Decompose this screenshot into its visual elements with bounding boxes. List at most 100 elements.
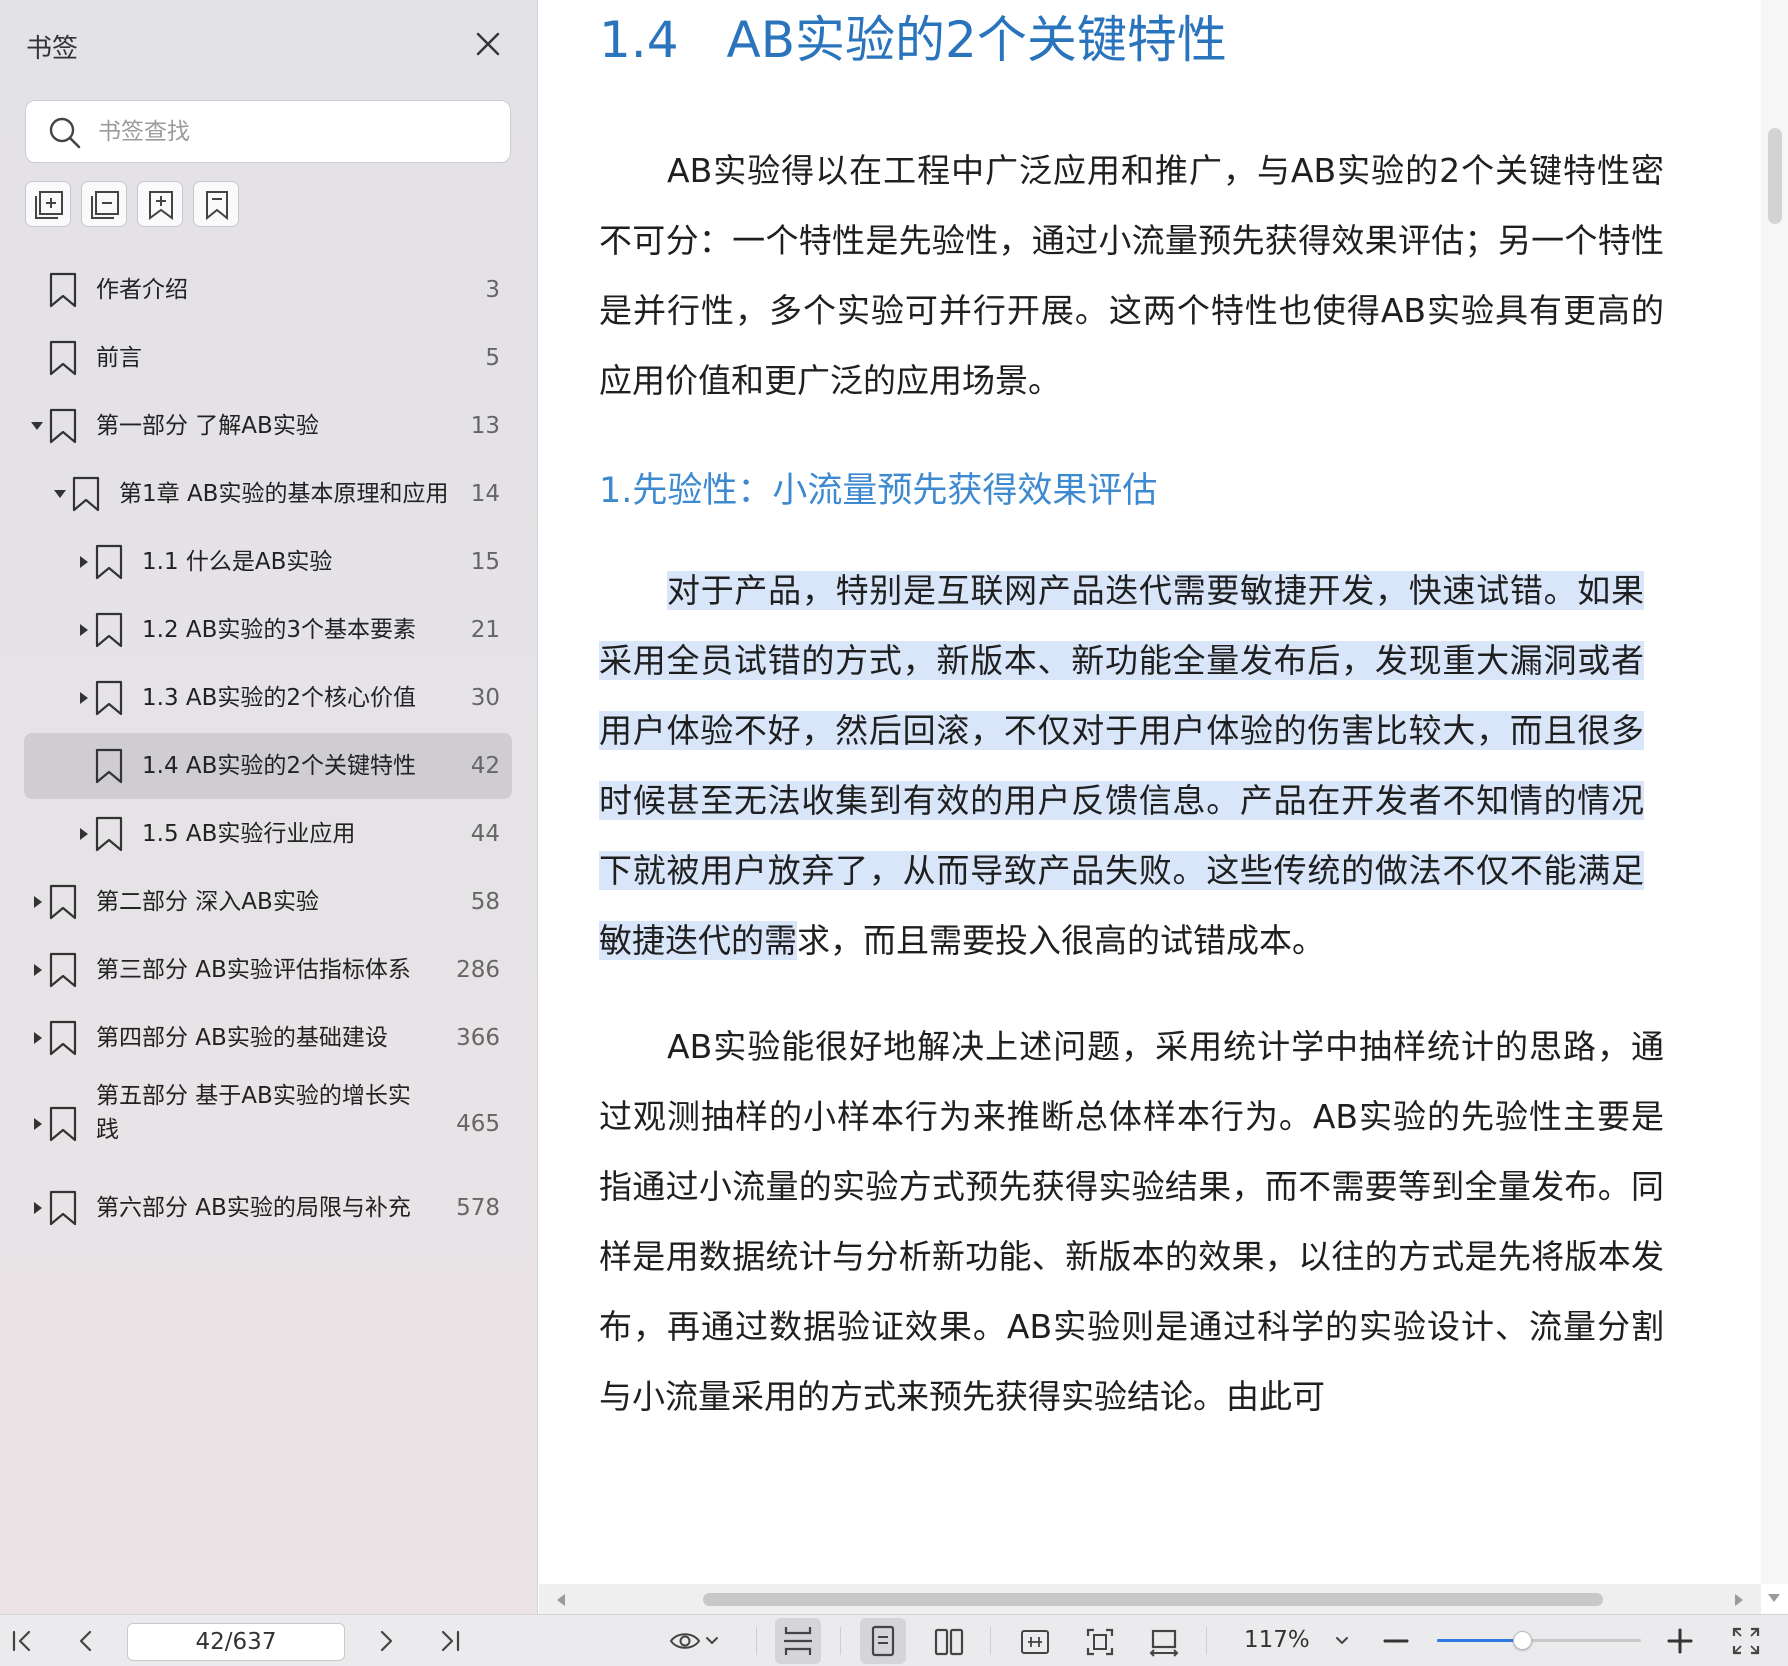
continuous-scroll-icon — [784, 1627, 812, 1655]
fullscreen-button[interactable] — [1726, 1621, 1766, 1661]
triangle-right-icon[interactable] — [74, 825, 92, 843]
bookmark-page-number: 286 — [456, 957, 500, 983]
bookmark-icon — [95, 748, 123, 784]
bookmark-label: 第六部分 AB实验的局限与补充 — [96, 1195, 411, 1221]
bookmark-label: 第五部分 基于AB实验的增长实践 — [96, 1083, 411, 1143]
bookmark-item[interactable]: 第六部分 AB实验的局限与补充 578 — [0, 1175, 538, 1241]
bookmark-icon — [95, 544, 123, 580]
zoom-slider[interactable] — [1437, 1631, 1641, 1650]
triangle-right-icon[interactable] — [28, 1115, 46, 1133]
triangle-right-icon[interactable] — [28, 1199, 46, 1217]
triangle-right-icon[interactable] — [74, 689, 92, 707]
bookmark-page-number: 14 — [470, 481, 500, 507]
bookmark-item[interactable]: 第四部分 AB实验的基础建设 366 — [0, 1005, 538, 1071]
bookmark-icon — [72, 476, 100, 512]
rotate-page-button[interactable] — [1143, 1621, 1183, 1661]
fit-page-button[interactable] — [1079, 1621, 1119, 1661]
bookmark-icon — [95, 612, 123, 648]
toolbar-separator — [1206, 1627, 1207, 1655]
bookmark-page-number: 21 — [470, 617, 500, 643]
zoom-slider-knob[interactable] — [1512, 1631, 1532, 1650]
fit-width-button[interactable] — [1014, 1621, 1054, 1661]
triangle-right-icon[interactable] — [74, 553, 92, 571]
bookmark-icon — [49, 952, 77, 988]
expand-all-icon — [35, 191, 63, 219]
triangle-right-icon[interactable] — [74, 621, 92, 639]
rotate-page-icon — [1149, 1629, 1179, 1657]
first-page-icon — [12, 1630, 31, 1652]
page-number-input[interactable] — [127, 1623, 345, 1661]
bookmark-item[interactable]: 第一部分 了解AB实验 13 — [0, 393, 538, 459]
close-icon[interactable] — [470, 26, 506, 62]
expand-all-button[interactable] — [25, 181, 71, 227]
bookmark-page-number: 465 — [456, 1111, 500, 1137]
last-page-icon — [441, 1630, 460, 1652]
bookmark-search-input[interactable] — [98, 111, 498, 153]
zoom-dropdown[interactable] — [1322, 1621, 1362, 1661]
bookmark-item[interactable]: 作者介绍 3 — [0, 257, 538, 323]
horizontal-scrollbar[interactable] — [539, 1584, 1761, 1614]
zoom-out-button[interactable] — [1376, 1621, 1416, 1661]
toolbar-separator — [990, 1627, 991, 1655]
zoom-in-button[interactable] — [1660, 1621, 1700, 1661]
bookmark-search-box — [25, 100, 511, 163]
add-bookmark-button[interactable] — [137, 181, 183, 227]
eye-icon — [669, 1633, 718, 1649]
chevron-right-icon — [380, 1630, 393, 1652]
bookmark-icon — [49, 340, 77, 376]
scroll-right-icon[interactable] — [1733, 1593, 1745, 1607]
bookmark-item[interactable]: 1.2 AB实验的3个基本要素 21 — [0, 597, 538, 663]
text-highlight[interactable]: 对于产品，特别是互联网产品迭代需要敏捷开发，快速试错。如果采用全员试错的方式，新… — [599, 571, 1644, 960]
previous-page-button[interactable] — [66, 1621, 106, 1661]
subsection-heading: 1.先验性：小流量预先获得效果评估 — [599, 471, 1158, 511]
bookmark-page-number: 44 — [470, 821, 500, 847]
triangle-right-icon[interactable] — [28, 1029, 46, 1047]
bookmark-item[interactable]: 1.4 AB实验的2个关键特性 42 — [0, 733, 538, 799]
vertical-scroll-thumb[interactable] — [1768, 128, 1782, 224]
scroll-down-icon[interactable] — [1767, 1592, 1781, 1604]
two-page-button[interactable] — [928, 1621, 968, 1661]
triangle-down-icon[interactable] — [51, 485, 69, 503]
view-mode-dropdown[interactable] — [664, 1621, 726, 1661]
minus-icon — [1383, 1639, 1409, 1643]
next-page-button[interactable] — [366, 1621, 406, 1661]
vertical-scrollbar[interactable] — [1761, 0, 1788, 1602]
bookmark-item[interactable]: 第五部分 基于AB实验的增长实践 465 — [0, 1073, 538, 1175]
triangle-down-icon[interactable] — [28, 417, 46, 435]
continuous-scroll-button[interactable] — [775, 1618, 821, 1664]
bookmark-page-button[interactable] — [193, 181, 239, 227]
zoom-level[interactable]: 117% — [1244, 1627, 1310, 1653]
last-page-button[interactable] — [430, 1621, 470, 1661]
bookmark-item[interactable]: 第三部分 AB实验评估指标体系 286 — [0, 937, 538, 1003]
toolbar-separator — [840, 1627, 841, 1655]
bookmark-label: 第二部分 深入AB实验 — [96, 889, 319, 915]
single-page-button[interactable] — [860, 1618, 906, 1664]
bookmark-label: 第1章 AB实验的基本原理和应用 — [119, 481, 449, 507]
bookmark-label: 第四部分 AB实验的基础建设 — [96, 1025, 388, 1051]
bookmark-page-number: 13 — [470, 413, 500, 439]
bookmark-page-number: 3 — [485, 277, 500, 303]
bookmark-item[interactable]: 第二部分 深入AB实验 58 — [0, 869, 538, 935]
bookmark-item[interactable]: 1.3 AB实验的2个核心价值 30 — [0, 665, 538, 731]
triangle-right-icon[interactable] — [28, 961, 46, 979]
first-page-button[interactable] — [2, 1621, 42, 1661]
bookmark-item[interactable]: 1.5 AB实验行业应用 44 — [0, 801, 538, 867]
chevron-left-icon — [79, 1630, 92, 1652]
bookmark-label: 第三部分 AB实验评估指标体系 — [96, 957, 411, 983]
horizontal-scroll-thumb[interactable] — [703, 1593, 1603, 1606]
bookmark-item[interactable]: 1.1 什么是AB实验 15 — [0, 529, 538, 595]
triangle-right-icon[interactable] — [28, 893, 46, 911]
bookmark-label: 前言 — [96, 345, 142, 371]
plus-icon — [1667, 1628, 1693, 1654]
bookmark-label: 1.4 AB实验的2个关键特性 — [142, 753, 417, 779]
bookmark-page-number: 15 — [470, 549, 500, 575]
scroll-left-icon[interactable] — [555, 1593, 567, 1607]
bookmark-label: 第一部分 了解AB实验 — [96, 413, 319, 439]
fullscreen-icon — [1732, 1627, 1760, 1655]
bookmark-page-number: 366 — [456, 1025, 500, 1051]
section-number: 1.4 — [599, 11, 679, 69]
bookmark-item[interactable]: 第1章 AB实验的基本原理和应用 14 — [0, 461, 538, 527]
bookmark-item[interactable]: 前言 5 — [0, 325, 538, 391]
paragraph-intro: AB实验得以在工程中广泛应用和推广，与AB实验的2个关键特性密不可分：一个特性是… — [599, 151, 1664, 400]
collapse-all-button[interactable] — [81, 181, 127, 227]
